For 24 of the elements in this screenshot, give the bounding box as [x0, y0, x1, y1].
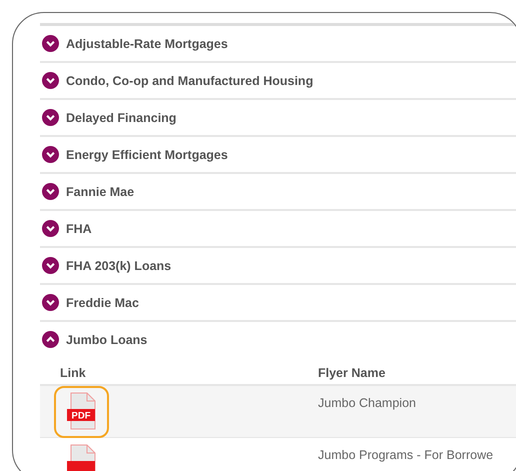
column-header: Flyer Name — [318, 366, 386, 380]
accordion-header[interactable]: Energy Efficient Mortgages — [40, 137, 516, 172]
pdf-link[interactable]: PDF — [54, 386, 109, 438]
chevron-down-icon — [42, 257, 59, 274]
flyer-name: Jumbo Champion — [318, 395, 416, 412]
chevron-down-icon — [42, 146, 59, 163]
accordion-header[interactable]: Jumbo Loans — [40, 322, 516, 357]
chevron-down-icon — [42, 72, 59, 89]
chevron-down-icon — [42, 183, 59, 200]
accordion-header[interactable]: Delayed Financing — [40, 100, 516, 135]
accordion-header[interactable]: FHA — [40, 211, 516, 246]
accordion-header[interactable]: FHA 203(k) Loans — [40, 248, 516, 283]
pdf-icon — [66, 444, 98, 471]
chevron-up-icon — [42, 331, 59, 348]
accordion-header[interactable]: Fannie Mae — [40, 174, 516, 209]
accordion-header[interactable]: Adjustable-Rate Mortgages — [40, 26, 516, 61]
column-header: Link — [60, 366, 86, 380]
chevron-down-icon — [42, 35, 59, 52]
chevron-down-icon — [42, 294, 59, 311]
chevron-down-icon — [42, 109, 59, 126]
flyer-name: Jumbo Programs - For Borrowe — [318, 447, 494, 464]
accordion-header[interactable]: Condo, Co-op and Manufactured Housing — [40, 63, 516, 98]
chevron-down-icon — [42, 220, 59, 237]
accordion-header[interactable]: Freddie Mac — [40, 285, 516, 320]
